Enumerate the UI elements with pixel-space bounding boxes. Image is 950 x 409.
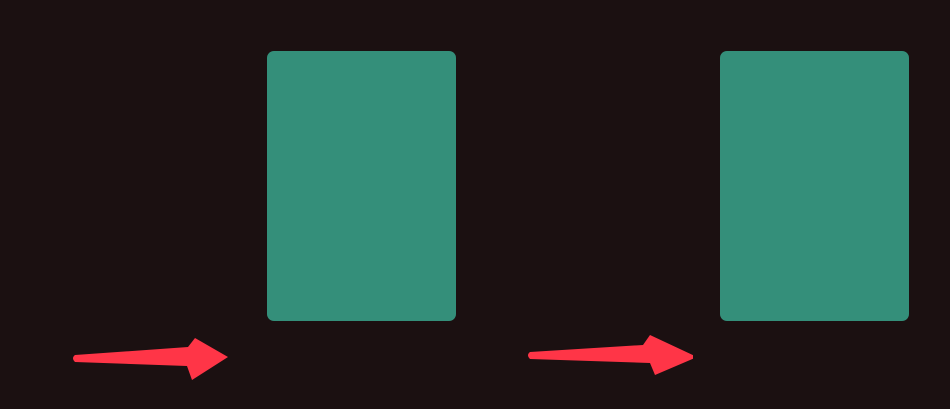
right-arrow-icon xyxy=(73,338,228,380)
card-right[interactable] xyxy=(720,51,909,321)
canvas xyxy=(0,0,950,409)
right-arrow-icon xyxy=(528,335,693,375)
card-left[interactable] xyxy=(267,51,456,321)
